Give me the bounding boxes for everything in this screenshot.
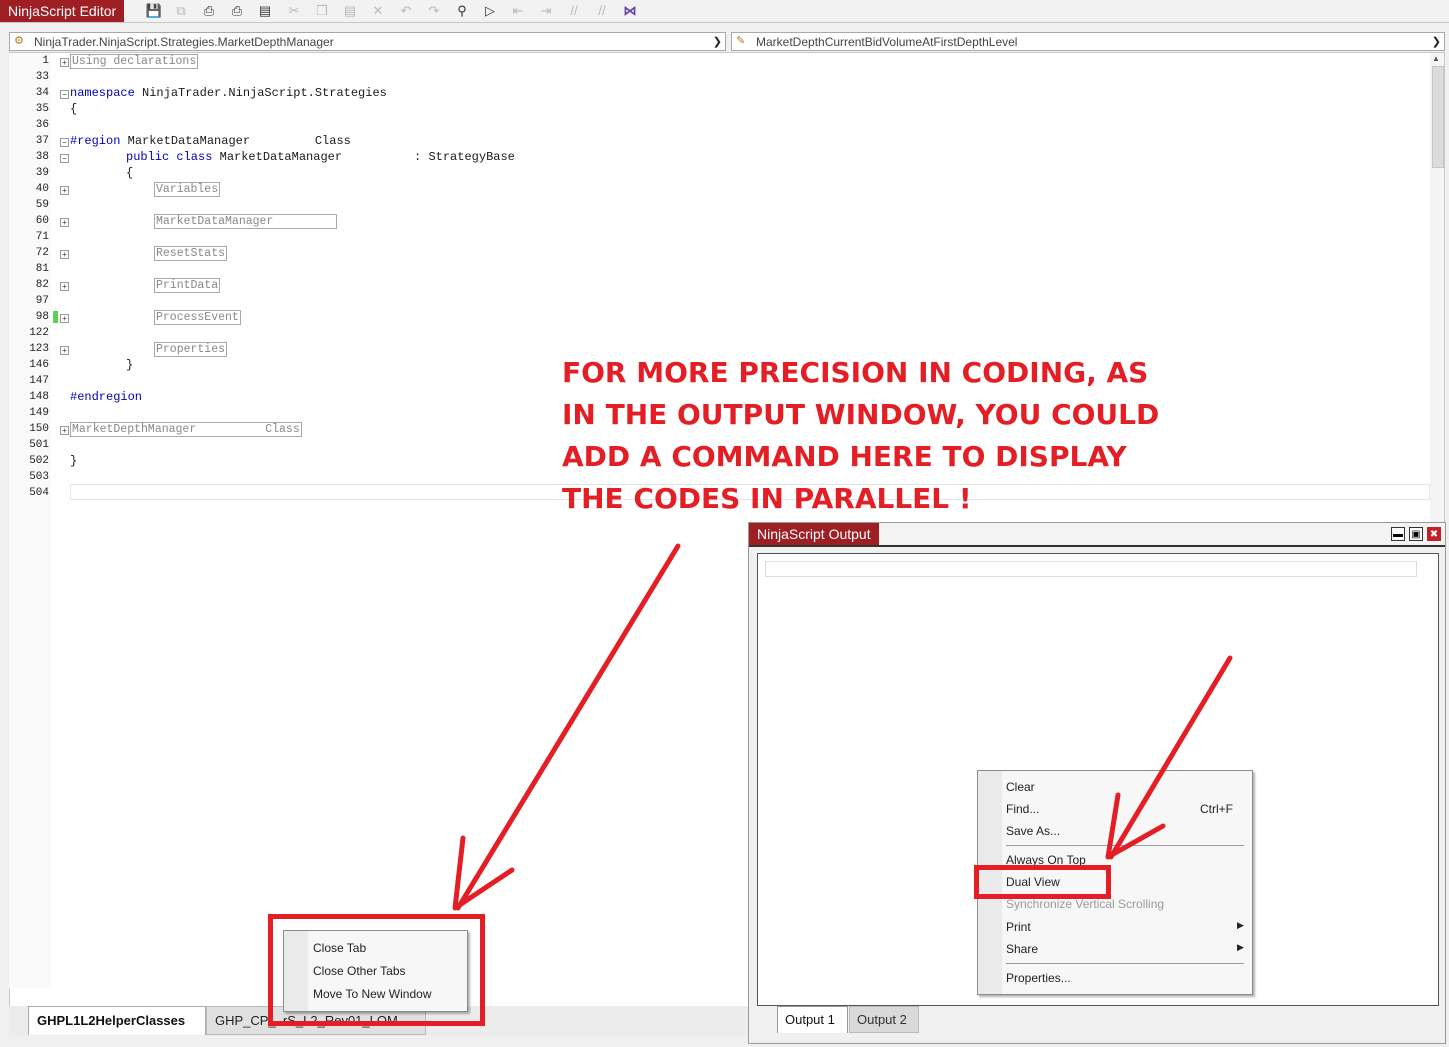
arrow-to-dual-view	[1108, 655, 1233, 860]
annotation-arrows	[452, 543, 1233, 911]
arrow-to-tab-menu	[455, 543, 681, 911]
